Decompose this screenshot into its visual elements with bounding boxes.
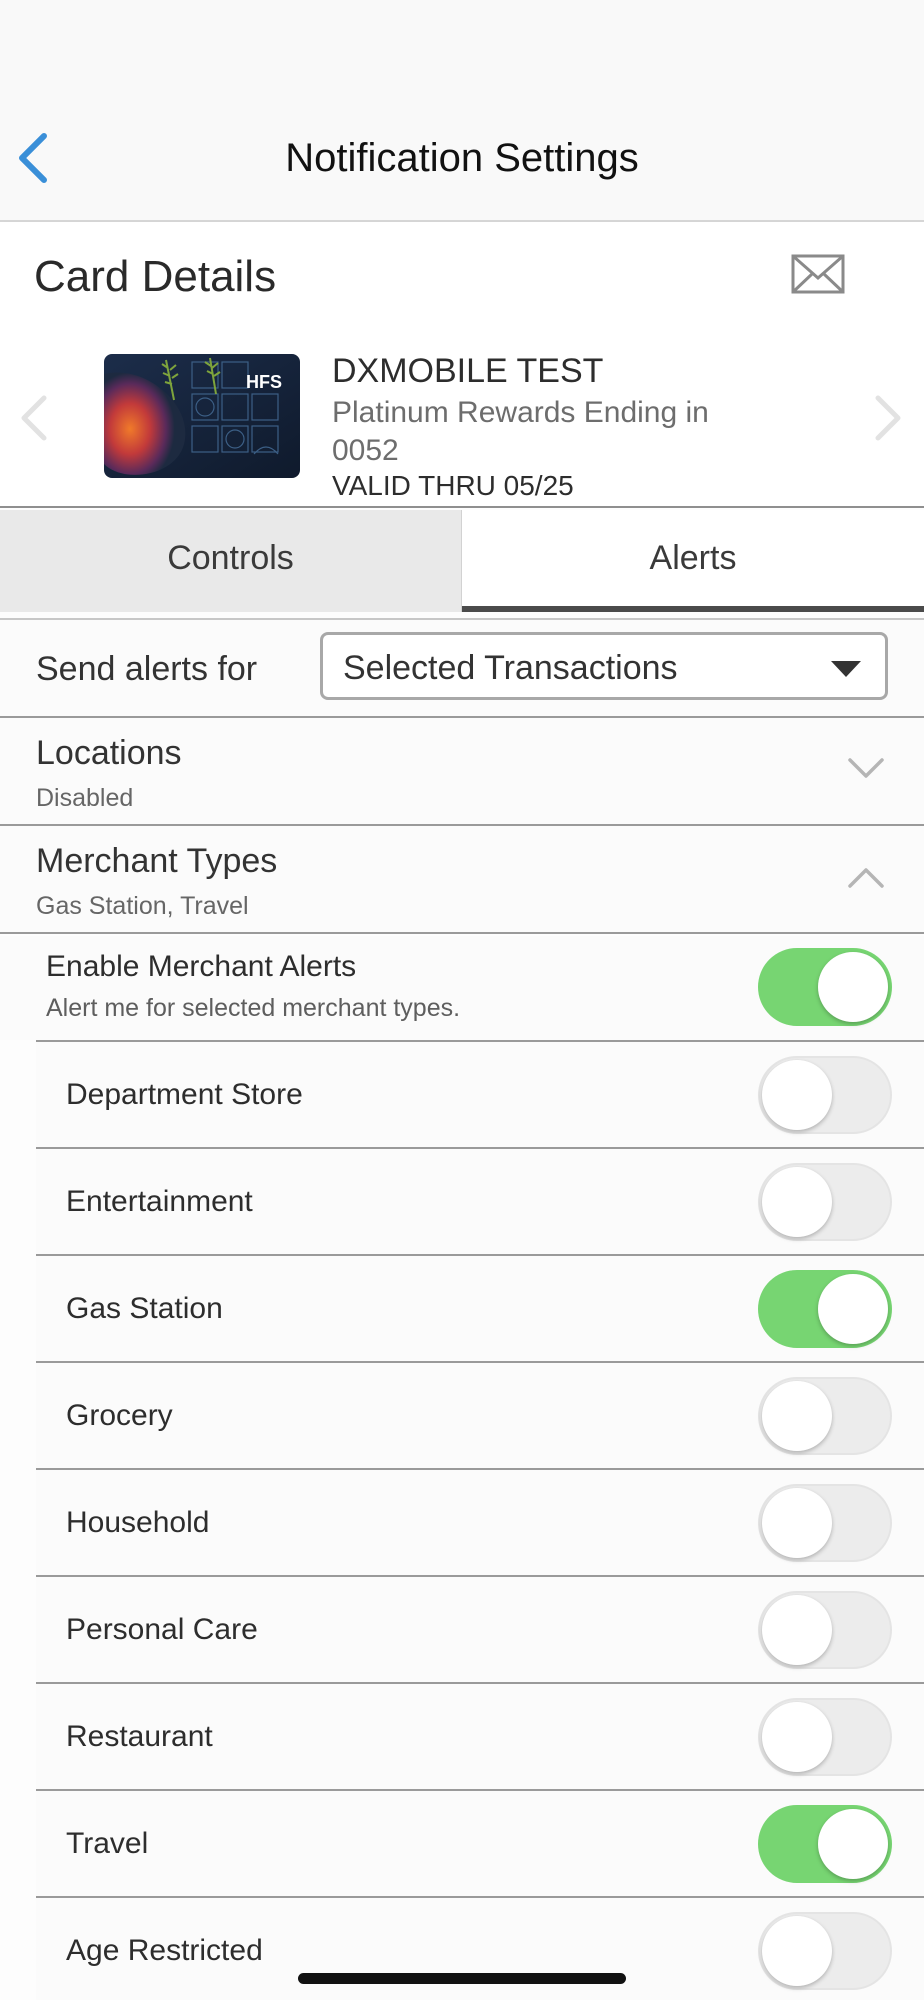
tab-bar: Controls Alerts xyxy=(0,510,924,612)
merchant-item-household: Household xyxy=(36,1468,924,1575)
merchant-item-department-store: Department Store xyxy=(36,1040,924,1147)
tab-controls[interactable]: Controls xyxy=(0,510,462,612)
merchant-item-label: Entertainment xyxy=(66,1185,253,1218)
grocery-toggle[interactable] xyxy=(758,1377,892,1455)
age-restricted-toggle[interactable] xyxy=(758,1912,892,1990)
previous-card-button[interactable] xyxy=(16,390,52,446)
toggle-knob xyxy=(762,1167,832,1237)
toggle-knob xyxy=(762,1595,832,1665)
card-details-title: Card Details xyxy=(34,252,277,301)
send-alerts-label: Send alerts for xyxy=(36,650,258,688)
next-card-button[interactable] xyxy=(870,390,906,446)
toggle-knob xyxy=(762,1916,832,1986)
merchant-item-grocery: Grocery xyxy=(36,1361,924,1468)
card-details-header: Card Details xyxy=(0,222,924,330)
toggle-knob xyxy=(762,1488,832,1558)
enable-merchant-alerts-toggle[interactable] xyxy=(758,948,892,1026)
toggle-knob xyxy=(818,1809,888,1879)
household-toggle[interactable] xyxy=(758,1484,892,1562)
enable-merchant-alerts-row: Enable Merchant Alerts Alert me for sele… xyxy=(0,936,924,1040)
merchant-item-label: Gas Station xyxy=(66,1292,223,1325)
chevron-right-icon xyxy=(875,395,901,441)
toggle-knob xyxy=(762,1060,832,1130)
merchant-item-label: Grocery xyxy=(66,1399,173,1432)
dropdown-triangle-icon xyxy=(831,661,861,677)
toggle-knob xyxy=(762,1381,832,1451)
personal-care-toggle[interactable] xyxy=(758,1591,892,1669)
card-valid-thru: VALID THRU 05/25 xyxy=(332,470,574,501)
card-logo: HFS xyxy=(246,372,282,392)
department-store-toggle[interactable] xyxy=(758,1056,892,1134)
gas-station-toggle[interactable] xyxy=(758,1270,892,1348)
merchant-item-gas-station: Gas Station xyxy=(36,1254,924,1361)
merchant-item-personal-care: Personal Care xyxy=(36,1575,924,1682)
merchant-item-entertainment: Entertainment xyxy=(36,1147,924,1254)
locations-status: Disabled xyxy=(36,784,134,812)
merchant-item-age-restricted: Age Restricted xyxy=(36,1896,924,2000)
merchant-types-title: Merchant Types xyxy=(36,842,278,880)
chevron-left-icon xyxy=(21,395,47,441)
merchant-item-restaurant: Restaurant xyxy=(36,1682,924,1789)
enable-merchant-alerts-subtitle: Alert me for selected merchant types. xyxy=(46,994,461,1022)
navigation-bar: Notification Settings xyxy=(0,0,924,222)
chevron-up-icon xyxy=(848,868,884,888)
send-alerts-row: Send alerts for Selected Transactions xyxy=(0,618,924,718)
page-title: Notification Settings xyxy=(285,136,639,180)
restaurant-toggle[interactable] xyxy=(758,1698,892,1776)
card-description: Platinum Rewards Ending in 0052 xyxy=(332,396,709,467)
locations-section[interactable]: Locations Disabled xyxy=(0,718,924,826)
locations-title: Locations xyxy=(36,734,182,772)
mail-icon xyxy=(791,254,845,294)
card-image[interactable]: HFS xyxy=(104,354,300,478)
merchant-item-label: Personal Care xyxy=(66,1613,258,1646)
send-alerts-select[interactable]: Selected Transactions xyxy=(320,632,888,700)
merchant-types-selected: Gas Station, Travel xyxy=(36,892,249,920)
send-alerts-value: Selected Transactions xyxy=(343,649,678,687)
toggle-knob xyxy=(818,952,888,1022)
entertainment-toggle[interactable] xyxy=(758,1163,892,1241)
card-carousel: HFS DXMOBILE TEST Platinum Rewards Endin… xyxy=(0,330,924,508)
chevron-down-icon xyxy=(848,758,884,778)
merchant-item-label: Household xyxy=(66,1506,210,1539)
home-indicator[interactable] xyxy=(298,1973,626,1984)
tab-alerts[interactable]: Alerts xyxy=(462,510,924,612)
merchant-item-label: Department Store xyxy=(66,1078,303,1111)
toggle-knob xyxy=(818,1274,888,1344)
toggle-knob xyxy=(762,1702,832,1772)
merchant-item-travel: Travel xyxy=(36,1789,924,1896)
merchant-item-label: Age Restricted xyxy=(66,1934,263,1967)
merchant-item-label: Restaurant xyxy=(66,1720,213,1753)
merchant-item-label: Travel xyxy=(66,1827,149,1860)
enable-merchant-alerts-title: Enable Merchant Alerts xyxy=(46,950,357,983)
travel-toggle[interactable] xyxy=(758,1805,892,1883)
merchant-types-section[interactable]: Merchant Types Gas Station, Travel xyxy=(0,826,924,934)
mail-button[interactable] xyxy=(790,250,846,298)
card-name: DXMOBILE TEST xyxy=(332,352,604,390)
